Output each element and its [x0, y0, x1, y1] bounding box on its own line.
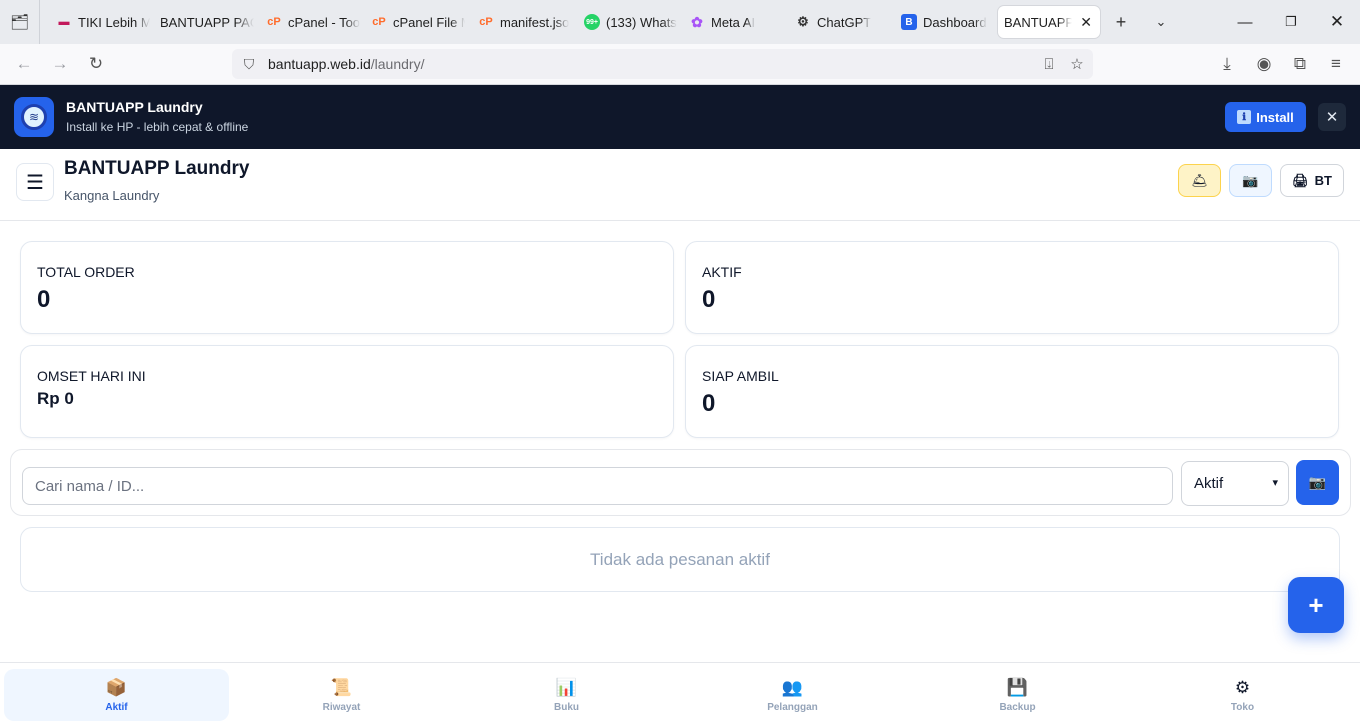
browser-tab[interactable]: ⚙ ChatGPT: [789, 6, 889, 38]
nav-item-aktif[interactable]: 📦 Aktif: [4, 669, 229, 721]
account-icon[interactable]: ◉: [1249, 49, 1279, 79]
camera-button[interactable]: 📷: [1229, 164, 1272, 197]
package-icon: 📦: [105, 677, 128, 697]
scan-button[interactable]: 📷: [1296, 460, 1339, 505]
bottom-navigation: 📦 Aktif 📜 Riwayat 📊 Buku 👥 Pelanggan 💾 B…: [0, 662, 1360, 728]
browser-nav-bar: ← → ↻ ⛉ bantuapp.web.id/laundry/ ⍗ ☆ ⤓ ◉…: [0, 44, 1360, 85]
stat-label: AKTIF: [702, 264, 742, 280]
nav-item-pelanggan[interactable]: 👥 Pelanggan: [680, 669, 905, 721]
stat-label: SIAP AMBIL: [702, 368, 779, 384]
tiki-icon: ▬: [58, 16, 70, 28]
stat-value: 0: [37, 286, 51, 313]
nav-item-riwayat[interactable]: 📜 Riwayat: [229, 669, 454, 721]
browser-tab[interactable]: cP manifest.jso: [472, 6, 572, 38]
gear-icon: ⚙: [1234, 677, 1251, 697]
chatgpt-icon: ⚙: [797, 14, 809, 29]
reload-icon[interactable]: ↻: [81, 49, 111, 79]
browser-tab[interactable]: ▬ TIKI Lebih M: [50, 6, 151, 38]
bell-button[interactable]: 🛎: [1178, 164, 1221, 197]
back-icon[interactable]: ←: [9, 49, 39, 79]
camera-icon: 📷: [1242, 172, 1259, 188]
install-banner: ≋ BANTUAPP Laundry Install ke HP - lebih…: [0, 85, 1360, 149]
cpanel-icon: cP: [372, 16, 386, 28]
empty-orders-message: Tidak ada pesanan aktif: [20, 527, 1340, 592]
stat-card-siap-ambil: SIAP AMBIL 0: [685, 345, 1339, 438]
install-button[interactable]: ℹ Install: [1225, 102, 1306, 132]
browser-tab-bar: 🗂 ▬ TIKI Lebih M BANTUAPP PAG cP cPanel …: [0, 0, 1360, 44]
nav-item-buku[interactable]: 📊 Buku: [454, 669, 679, 721]
stat-label: OMSET HARI INI: [37, 368, 146, 384]
hamburger-menu-button[interactable]: ☰: [16, 163, 54, 201]
shield-icon[interactable]: ⛉: [234, 56, 264, 73]
extensions-icon[interactable]: ⧉: [1285, 49, 1315, 79]
forward-icon[interactable]: →: [45, 49, 75, 79]
page-title: BANTUAPP Laundry: [64, 158, 250, 179]
meta-ai-icon: ✿: [691, 13, 703, 30]
app-header: ☰ BANTUAPP Laundry Kangna Laundry 🛎 📷 🖨 …: [0, 149, 1360, 221]
add-order-button[interactable]: +: [1288, 577, 1344, 633]
nav-item-toko[interactable]: ⚙ Toko: [1130, 669, 1355, 721]
camera-icon: 📷: [1308, 474, 1327, 490]
stat-value: Rp 0: [37, 389, 74, 408]
menu-icon[interactable]: ≡: [1321, 49, 1351, 79]
chevron-down-icon: ▾: [1272, 477, 1278, 489]
store-name: Kangna Laundry: [64, 188, 160, 203]
dashboard-icon: B: [901, 14, 917, 30]
cpanel-icon: cP: [479, 16, 493, 28]
banner-subtitle: Install ke HP - lebih cepat & offline: [66, 120, 249, 134]
nav-item-backup[interactable]: 💾 Backup: [905, 669, 1130, 721]
restore-icon[interactable]: ❐: [1268, 0, 1314, 44]
browser-tab[interactable]: B Dashboard: [895, 6, 995, 38]
banner-title: BANTUAPP Laundry: [66, 99, 203, 115]
cpanel-icon: cP: [267, 16, 281, 28]
washing-machine-icon: ≋: [21, 104, 47, 130]
stat-value: 0: [702, 286, 716, 313]
search-input[interactable]: [22, 467, 1173, 505]
browser-tab[interactable]: ✿ Meta AI: [683, 6, 783, 38]
address-bar[interactable]: ⛉ bantuapp.web.id/laundry/ ⍗ ☆: [232, 49, 1093, 79]
status-filter-select[interactable]: Aktif ▾: [1181, 461, 1289, 506]
stat-card-omset: OMSET HARI INI Rp 0: [20, 345, 674, 438]
minimize-icon[interactable]: —: [1222, 0, 1268, 44]
bookmark-star-icon[interactable]: ☆: [1065, 52, 1089, 76]
close-window-icon[interactable]: ✕: [1314, 0, 1360, 44]
browser-tab[interactable]: 99+ (133) Whats: [578, 6, 678, 38]
browser-tab[interactable]: cP cPanel File M: [365, 6, 465, 38]
downloads-icon[interactable]: ⤓: [1212, 49, 1242, 79]
close-tab-icon[interactable]: ✕: [1080, 14, 1092, 31]
stat-card-total-order: TOTAL ORDER 0: [20, 241, 674, 334]
info-icon: ℹ: [1237, 110, 1252, 124]
chevron-down-icon[interactable]: ⌄: [1145, 6, 1177, 38]
browser-tab-active[interactable]: BANTUAPP L ✕: [998, 6, 1100, 38]
new-tab-icon[interactable]: +: [1105, 6, 1137, 38]
stat-value: 0: [702, 390, 716, 417]
browser-tab[interactable]: BANTUAPP PAG: [154, 6, 254, 38]
install-page-icon[interactable]: ⍗: [1037, 52, 1061, 76]
printer-icon: 🖨: [1292, 172, 1309, 188]
tab-list-icon[interactable]: 🗂: [0, 0, 40, 44]
stat-label: TOTAL ORDER: [37, 264, 135, 280]
browser-tab[interactable]: cP cPanel - Too: [260, 6, 360, 38]
stat-card-aktif: AKTIF 0: [685, 241, 1339, 334]
bluetooth-printer-button[interactable]: 🖨 BT: [1280, 164, 1344, 197]
scroll-icon: 📜: [330, 677, 353, 697]
users-icon: 👥: [781, 677, 804, 697]
chart-icon: 📊: [555, 677, 578, 697]
search-panel: Aktif ▾ 📷: [10, 449, 1351, 516]
floppy-icon: 💾: [1006, 677, 1029, 697]
close-banner-button[interactable]: ✕: [1318, 103, 1346, 131]
whatsapp-icon: 99+: [584, 14, 600, 30]
url-text: bantuapp.web.id/laundry/: [268, 56, 425, 72]
bell-icon: 🛎: [1191, 172, 1208, 188]
app-logo: ≋: [14, 97, 54, 137]
